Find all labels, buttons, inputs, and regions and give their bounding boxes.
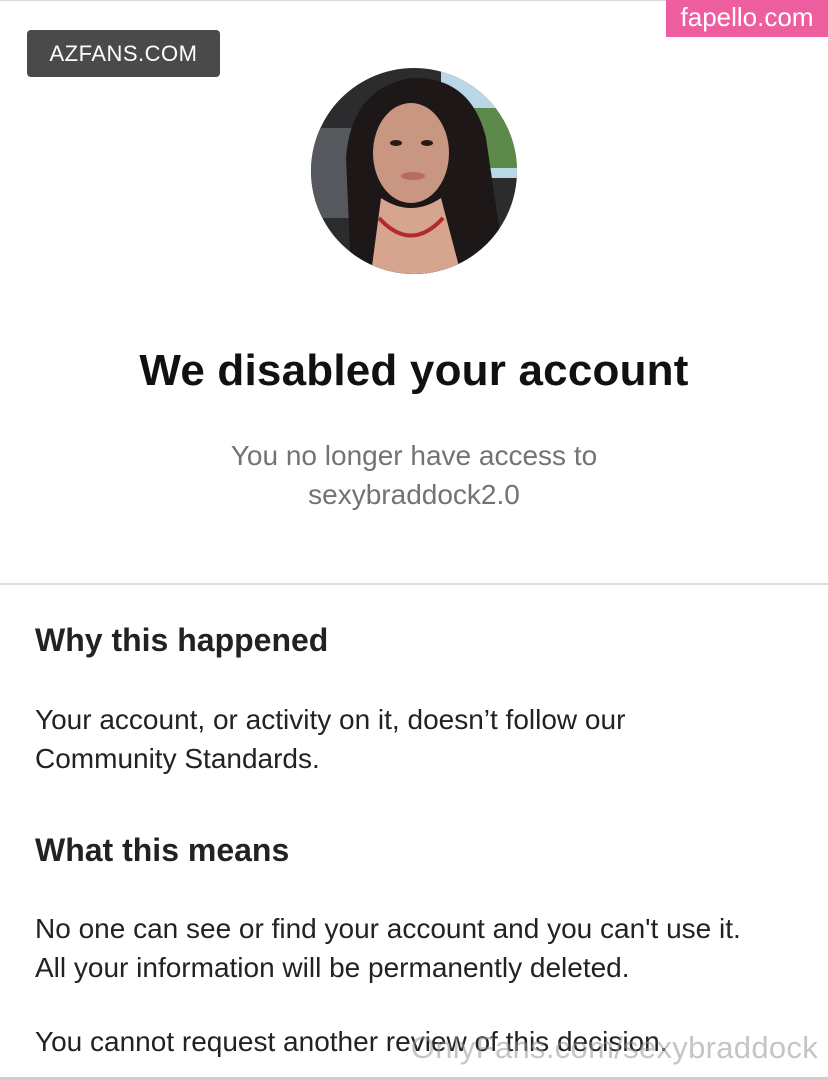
means-body: No one can see or find your account and …: [35, 909, 815, 987]
why-body: Your account, or activity on it, doesn’t…: [35, 700, 815, 778]
profile-avatar: [311, 68, 517, 274]
page-title: We disabled your account: [139, 346, 689, 395]
means-body-line: All your information will be permanently…: [35, 952, 630, 983]
subtitle-line: You no longer have access to: [230, 440, 598, 471]
why-heading: Why this happened: [35, 622, 329, 658]
means-heading: What this means: [35, 832, 290, 868]
section-divider: [0, 583, 828, 585]
azfans-watermark-badge: AZFANS.COM: [27, 30, 220, 77]
means-body-line: No one can see or find your account and …: [35, 913, 741, 944]
avatar-photo: [311, 68, 517, 274]
fapello-watermark-badge: fapello.com: [666, 0, 828, 37]
why-body-line: Your account, or activity on it, doesn’t…: [35, 704, 626, 735]
onlyfans-watermark: OnlyFans.com/sexybraddock: [410, 1030, 818, 1065]
account-username: sexybraddock2.0: [308, 479, 520, 510]
why-body-line: Community Standards.: [35, 743, 320, 774]
page-subtitle: You no longer have access to sexybraddoc…: [0, 436, 828, 514]
